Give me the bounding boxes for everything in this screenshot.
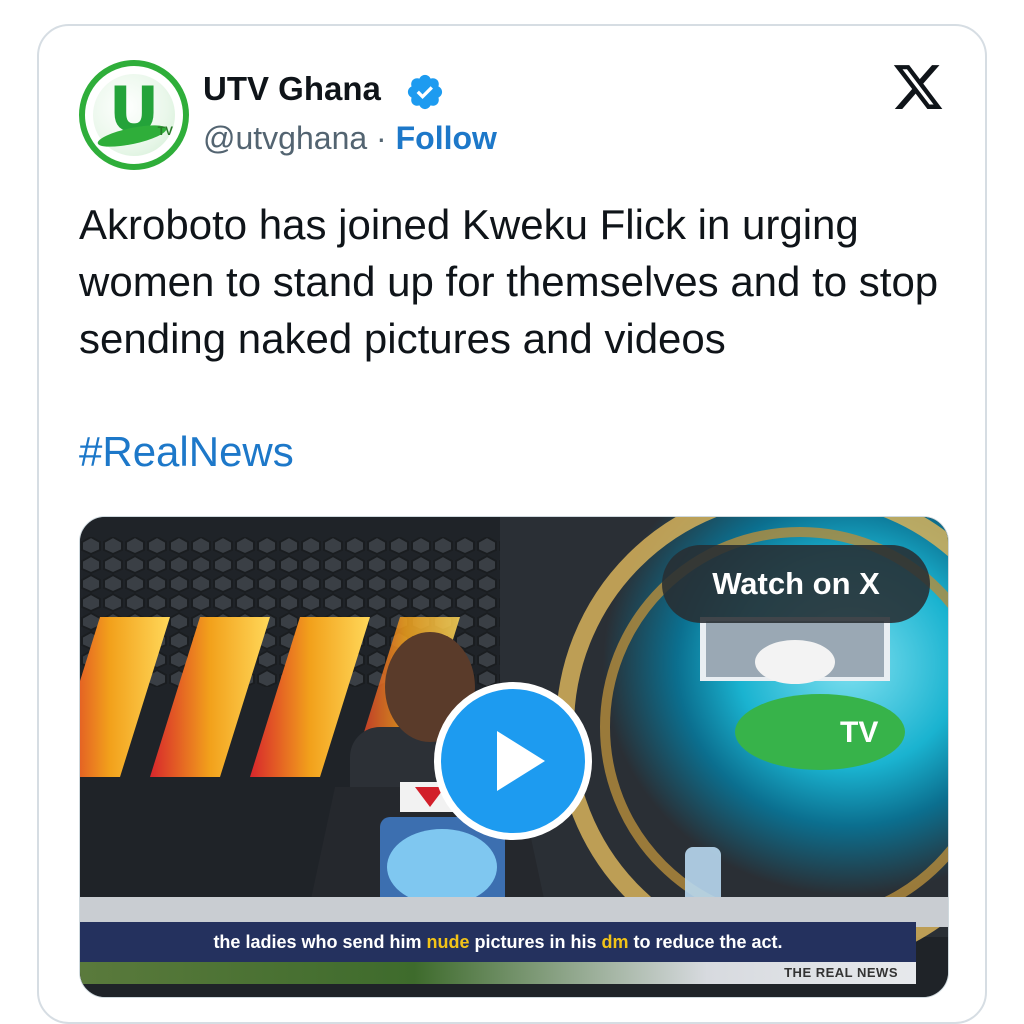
verified-badge-icon: [407, 74, 443, 110]
caption-part: pictures in his: [469, 932, 602, 952]
account-handle[interactable]: @utvghana: [203, 120, 367, 156]
play-button[interactable]: [434, 682, 592, 840]
hashtag-link[interactable]: #RealNews: [79, 428, 294, 476]
svg-text:TV: TV: [840, 716, 878, 749]
caption-part: the ladies who send him: [213, 932, 427, 952]
separator-dot: ·: [376, 120, 387, 156]
watch-on-x-button[interactable]: Watch on X: [662, 545, 930, 623]
video-caption: the ladies who send him nude pictures in…: [80, 922, 916, 962]
account-avatar[interactable]: U TV: [79, 60, 189, 170]
caption-part: to reduce the act.: [628, 932, 783, 952]
follow-link[interactable]: Follow: [396, 120, 497, 156]
x-logo-icon[interactable]: [891, 60, 945, 114]
tweet-embed-card: U TV UTV Ghana @utvghana · Follow Akrobo…: [37, 24, 987, 1024]
video-thumbnail[interactable]: TV Watch on X the ladies who send him nu…: [79, 516, 949, 998]
account-name[interactable]: UTV Ghana: [203, 70, 381, 108]
play-icon: [497, 731, 545, 791]
caption-highlight: dm: [601, 932, 629, 952]
tweet-text: Akroboto has joined Kweku Flick in urgin…: [79, 201, 939, 362]
handle-row: @utvghana · Follow: [203, 120, 497, 157]
caption-highlight: nude: [426, 932, 470, 952]
utv-logo-tv-icon: TV: [157, 124, 173, 138]
